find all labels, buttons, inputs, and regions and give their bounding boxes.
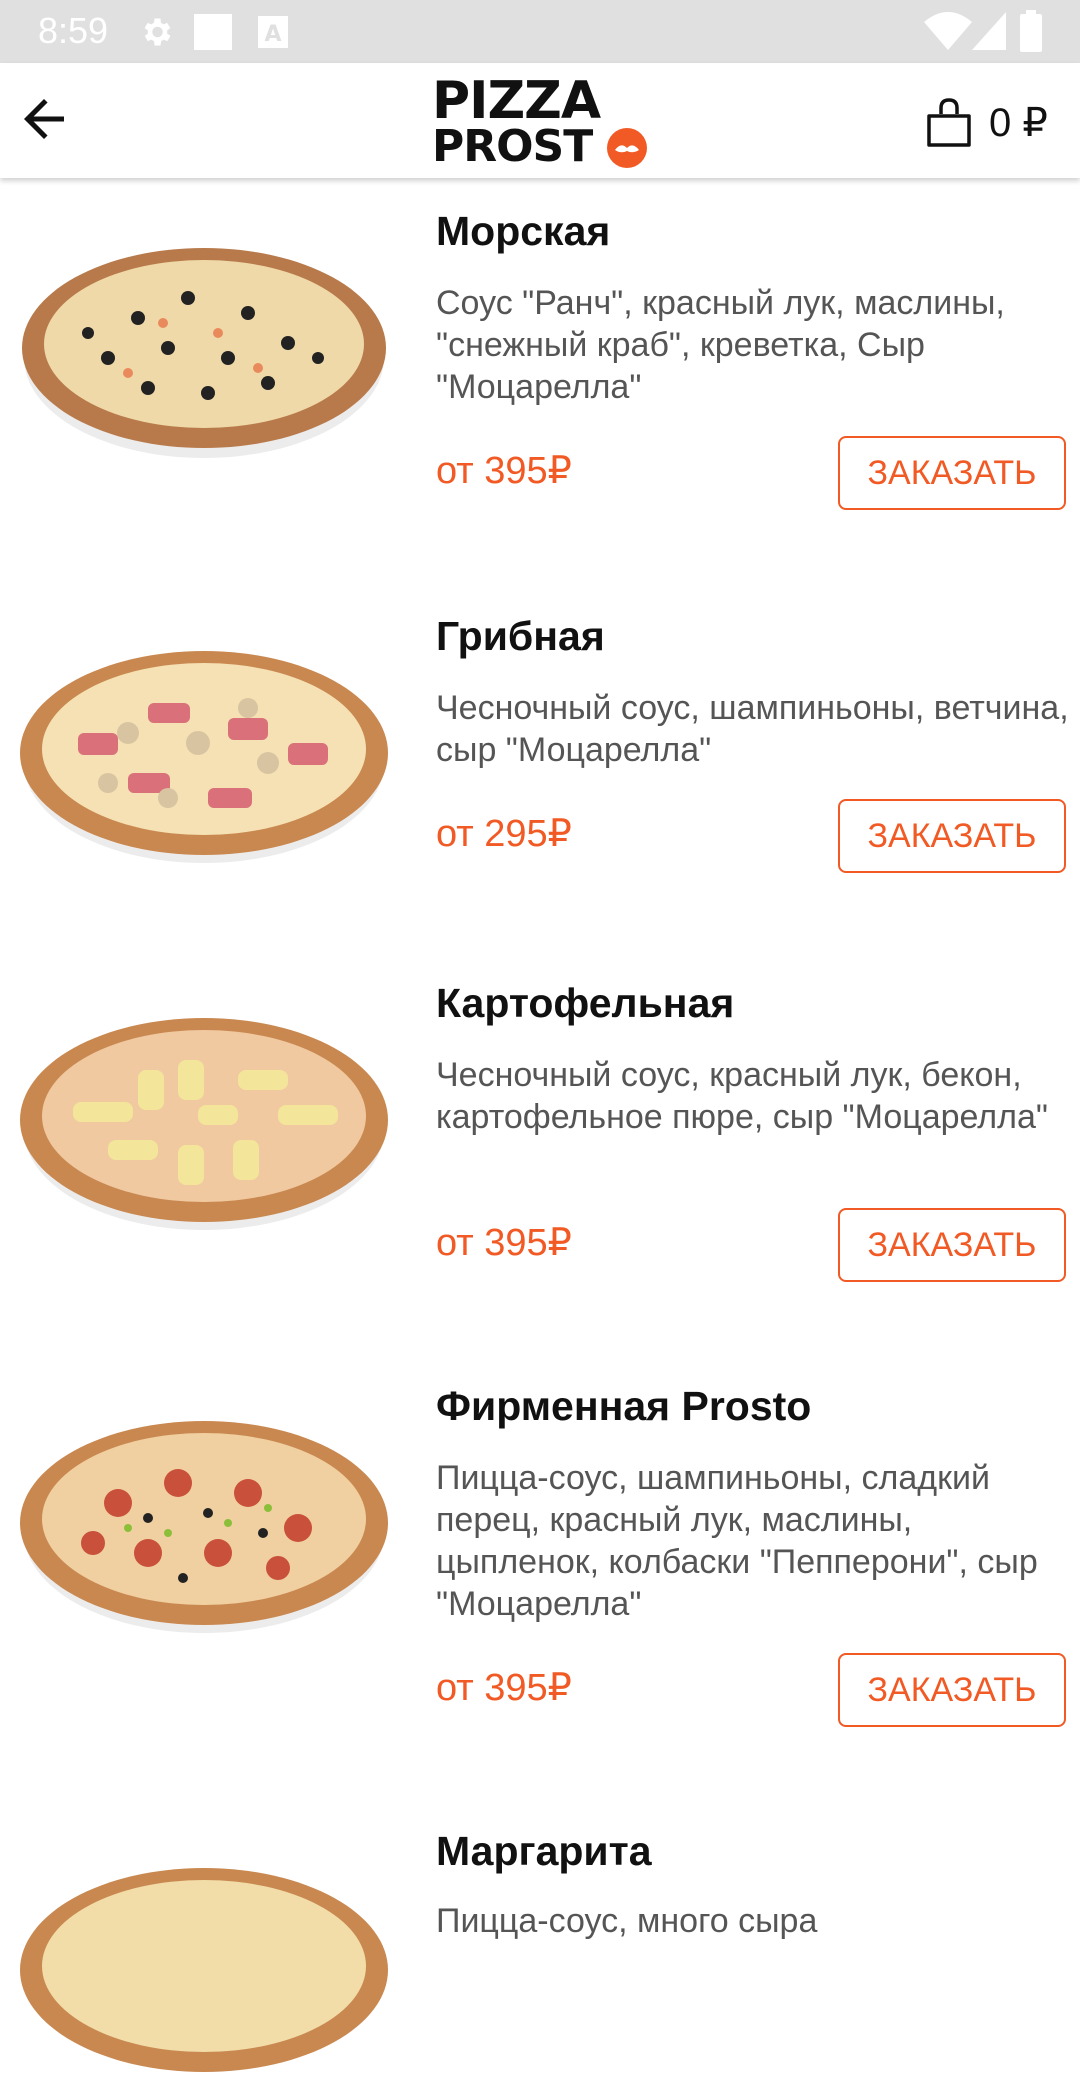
square-notification-icon xyxy=(194,14,232,50)
signal-icon xyxy=(972,12,1006,50)
logo-line-prosto: PROST xyxy=(432,121,593,172)
pizza-description: Чесночный соус, красный лук, бекон, карт… xyxy=(436,1056,1048,1136)
pizza-description: Пицца-соус, шампиньоны, сладкий перец, к… xyxy=(436,1459,1038,1623)
pizza-title: Маргарита xyxy=(436,1828,652,1874)
status-bar: 8:59 A xyxy=(0,0,1080,63)
pizza-image-firmennaya-prosto xyxy=(20,1421,388,1633)
pizza-image-kartofelnaya xyxy=(20,1018,388,1230)
order-button[interactable]: ЗАКАЗАТЬ xyxy=(838,799,1066,873)
pizza-price: от 395₽ xyxy=(436,450,572,492)
arrow-back-icon xyxy=(24,99,64,139)
back-button[interactable] xyxy=(14,89,74,149)
pizza-prosto-logo: PIZZA PROST xyxy=(432,71,647,172)
cart-total: 0 ₽ xyxy=(989,101,1048,145)
order-button[interactable]: ЗАКАЗАТЬ xyxy=(838,1653,1066,1727)
app-bar: PIZZA PROST 0 ₽ xyxy=(0,63,1080,178)
pizza-price: от 295₽ xyxy=(436,813,572,855)
pizza-description: Пицца-соус, много сыра xyxy=(436,1902,818,1940)
order-button[interactable]: ЗАКАЗАТЬ xyxy=(838,1208,1066,1282)
pizza-title: Морская xyxy=(436,208,611,254)
pizza-price: от 395₽ xyxy=(436,1667,572,1709)
settings-icon xyxy=(144,18,171,46)
pizza-title: Грибная xyxy=(436,613,605,659)
cart-button[interactable]: 0 ₽ xyxy=(925,93,1048,153)
order-button[interactable]: ЗАКАЗАТЬ xyxy=(838,436,1066,510)
shopping-bag-icon xyxy=(927,98,971,147)
pizza-image-gribnaya xyxy=(20,651,388,863)
svg-text:A: A xyxy=(264,22,281,47)
battery-icon xyxy=(1020,10,1042,52)
pizza-description: Соус "Ранч", красный лук, маслины, "снеж… xyxy=(436,284,1005,406)
pizza-image-morskaya xyxy=(22,248,386,458)
pizza-image-margarita xyxy=(20,1868,388,2072)
pizza-title: Картофельная xyxy=(436,980,735,1026)
font-notification-icon: A xyxy=(258,16,288,48)
pizza-price: от 395₽ xyxy=(436,1222,572,1264)
pizza-title: Фирменная Prosto xyxy=(436,1383,812,1429)
status-time: 8:59 xyxy=(38,10,109,51)
pizza-description: Чесночный соус, шампиньоны, ветчина, сыр… xyxy=(436,689,1069,769)
logo-mustache-o-icon xyxy=(607,128,647,168)
wifi-icon xyxy=(924,12,972,50)
